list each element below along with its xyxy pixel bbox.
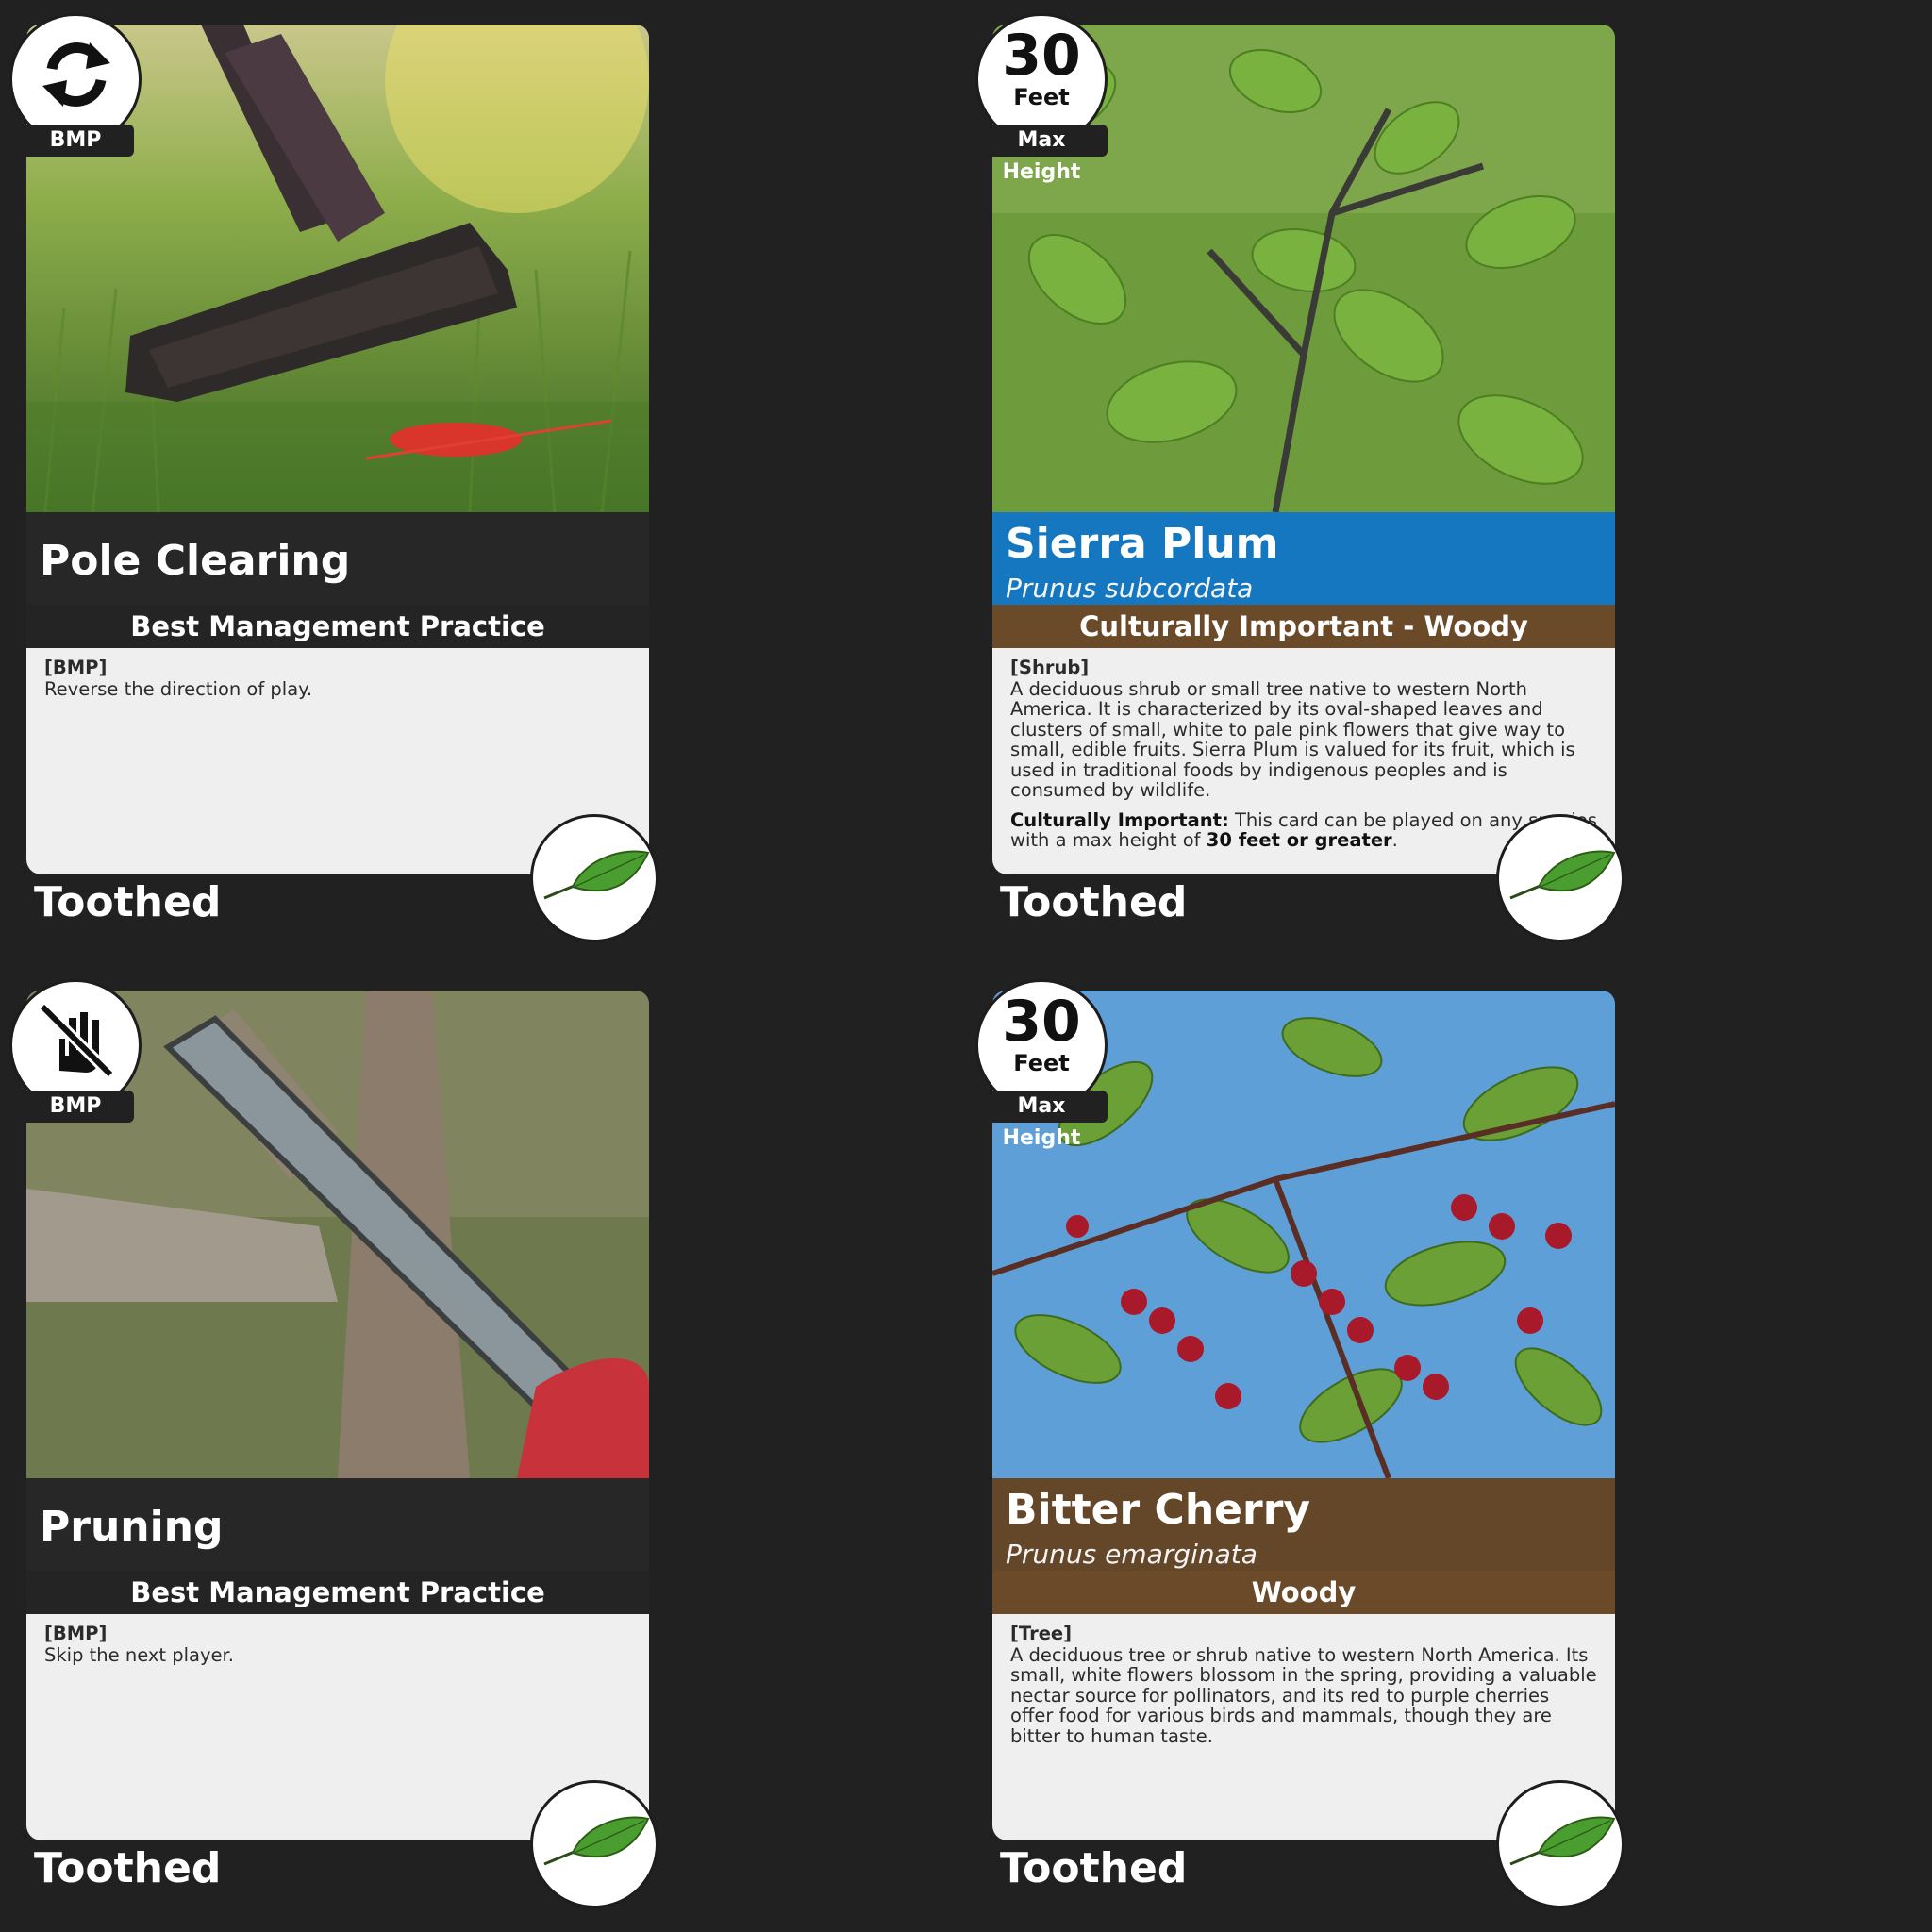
corner-label: BMP (17, 125, 134, 157)
scientific-name: Prunus emarginata (1006, 1539, 1257, 1570)
card-type-label: Woody (992, 1571, 1615, 1614)
card-type-label: Best Management Practice (26, 1571, 649, 1614)
cultural-bold: 30 feet or greater (1206, 829, 1392, 851)
card-text: Reverse the direction of play. (44, 677, 313, 700)
toothed-leaf-icon (1496, 814, 1624, 942)
card-pruning[interactable]: Pruning Best Management Practice [BMP] S… (9, 979, 658, 1908)
card-tag: [BMP] (44, 1623, 108, 1644)
card-sierra-plum[interactable]: Sierra Plum Prunus subcordata Culturally… (975, 13, 1624, 942)
toothed-leaf-icon (1496, 1780, 1624, 1908)
corner-label: BMP (17, 1091, 134, 1123)
card-title: Pole Clearing (40, 537, 351, 585)
leaf-type-label: Toothed (34, 1844, 222, 1892)
cultural-end: . (1391, 829, 1398, 851)
card-title-bar: Sierra Plum Prunus subcordata (992, 512, 1615, 605)
leaf-type-label: Toothed (34, 878, 222, 926)
height-unit: Feet (1013, 1050, 1070, 1076)
height-unit: Feet (1013, 84, 1070, 110)
scientific-name: Prunus subcordata (1006, 573, 1254, 604)
card-text: Skip the next player. (44, 1643, 234, 1666)
card-title: Pruning (40, 1503, 224, 1551)
card-title: Bitter Cherry (1006, 1486, 1311, 1534)
cultural-label: Culturally Important: (1010, 808, 1229, 831)
card-title: Sierra Plum (1006, 520, 1279, 568)
toothed-leaf-icon (530, 1780, 658, 1908)
corner-label: Max Height (975, 1091, 1108, 1150)
card-text: A deciduous tree or shrub native to west… (1010, 1643, 1597, 1747)
leaf-type-label: Toothed (1000, 1844, 1188, 1892)
reverse-arrows-icon (42, 42, 110, 107)
card-title-bar: Bitter Cherry Prunus emarginata (992, 1478, 1615, 1571)
leaf-type-label: Toothed (1000, 878, 1188, 926)
card-tag: [BMP] (44, 657, 108, 678)
card-title-bar: Pole Clearing (26, 512, 649, 605)
card-tag: [Tree] (1010, 1623, 1073, 1644)
toothed-leaf-icon (530, 814, 658, 942)
height-value: 30 (1002, 23, 1081, 89)
no-hand-icon (38, 1002, 115, 1079)
card-text: A deciduous shrub or small tree native t… (1010, 677, 1575, 801)
card-bitter-cherry[interactable]: Bitter Cherry Prunus emarginata Woody [T… (975, 979, 1624, 1908)
card-title-bar: Pruning (26, 1478, 649, 1571)
card-tag: [Shrub] (1010, 657, 1090, 678)
corner-label: Max Height (975, 125, 1108, 184)
card-type-label: Culturally Important - Woody (992, 605, 1615, 648)
height-value: 30 (1002, 989, 1081, 1055)
card-pole-clearing[interactable]: Pole Clearing Best Management Practice [… (9, 13, 658, 942)
card-type-label: Best Management Practice (26, 605, 649, 648)
